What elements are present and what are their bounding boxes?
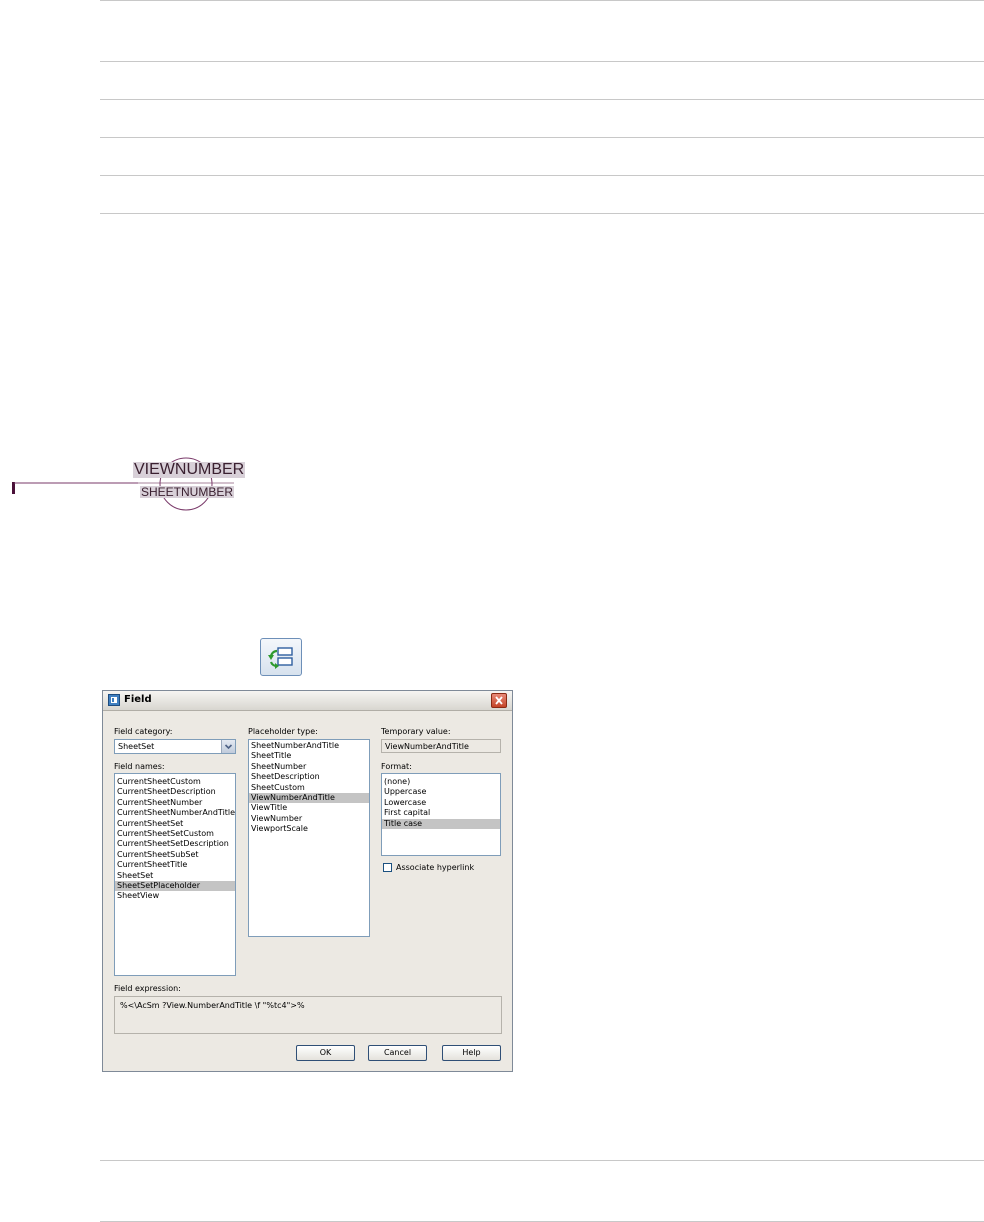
list-item[interactable]: ViewNumber bbox=[249, 814, 369, 824]
help-button[interactable]: Help bbox=[442, 1045, 501, 1061]
dialog-titlebar[interactable]: Field bbox=[103, 691, 512, 711]
update-fields-glyph bbox=[268, 647, 293, 669]
associate-hyperlink-checkbox[interactable] bbox=[383, 863, 392, 872]
format-list[interactable]: (none) Uppercase Lowercase First capital… bbox=[381, 773, 501, 856]
dropdown-arrow-glyph bbox=[224, 744, 233, 750]
placeholder-type-list[interactable]: SheetNumberAndTitle SheetTitle SheetNumb… bbox=[248, 739, 370, 937]
list-item[interactable]: (none) bbox=[382, 777, 500, 787]
list-item[interactable]: CurrentSheetSet bbox=[115, 819, 235, 829]
associate-hyperlink-label[interactable]: Associate hyperlink bbox=[396, 863, 474, 872]
field-dialog: Field Field category: SheetSet Field nam… bbox=[102, 690, 513, 1072]
cancel-button[interactable]: Cancel bbox=[368, 1045, 427, 1061]
table-rule bbox=[100, 99, 984, 100]
temporary-value-label: Temporary value: bbox=[381, 727, 451, 736]
field-category-value: SheetSet bbox=[118, 742, 155, 751]
dialog-title: Field bbox=[124, 694, 152, 705]
list-item[interactable]: SheetSet bbox=[115, 871, 235, 881]
table-rule bbox=[100, 61, 984, 62]
list-item[interactable]: CurrentSheetDescription bbox=[115, 787, 235, 797]
list-item[interactable]: ViewTitle bbox=[249, 803, 369, 813]
list-item[interactable]: SheetNumberAndTitle bbox=[249, 741, 369, 751]
field-names-label: Field names: bbox=[114, 762, 165, 771]
list-item[interactable]: Lowercase bbox=[382, 798, 500, 808]
list-item[interactable]: SheetTitle bbox=[249, 751, 369, 761]
field-category-select[interactable]: SheetSet bbox=[114, 739, 236, 754]
list-item[interactable]: ViewportScale bbox=[249, 824, 369, 834]
format-label: Format: bbox=[381, 762, 412, 771]
field-expression-text: %<\AcSm ?View.NumberAndTitle \f "%tc4">% bbox=[120, 1001, 305, 1010]
field-expression-box: %<\AcSm ?View.NumberAndTitle \f "%tc4">% bbox=[114, 996, 502, 1034]
temporary-value-text: ViewNumberAndTitle bbox=[385, 742, 469, 751]
list-item[interactable]: CurrentSheetCustom bbox=[115, 777, 235, 787]
view-label-callout: VIEWNUMBER SHEETNUMBER bbox=[0, 440, 300, 530]
list-item-selected[interactable]: Title case bbox=[382, 818, 500, 829]
field-category-label: Field category: bbox=[114, 727, 173, 736]
list-item[interactable]: CurrentSheetSetCustom bbox=[115, 829, 235, 839]
list-item[interactable]: CurrentSheetSetDescription bbox=[115, 839, 235, 849]
list-item[interactable]: SheetView bbox=[115, 891, 235, 901]
field-expression-label: Field expression: bbox=[114, 984, 181, 993]
table-rule bbox=[100, 213, 984, 214]
placeholder-type-label: Placeholder type: bbox=[248, 727, 318, 736]
list-item-selected[interactable]: ViewNumberAndTitle bbox=[249, 792, 369, 804]
list-item[interactable]: CurrentSheetNumber bbox=[115, 798, 235, 808]
list-item[interactable]: CurrentSheetSubSet bbox=[115, 850, 235, 860]
chevron-down-icon[interactable] bbox=[221, 740, 235, 753]
top-rule bbox=[100, 0, 984, 1]
list-item[interactable]: First capital bbox=[382, 808, 500, 818]
list-item-selected[interactable]: SheetSetPlaceholder bbox=[115, 880, 235, 892]
list-item[interactable]: Uppercase bbox=[382, 787, 500, 797]
ok-button[interactable]: OK bbox=[296, 1045, 355, 1061]
list-item[interactable]: CurrentSheetTitle bbox=[115, 860, 235, 870]
view-number-label: VIEWNUMBER bbox=[133, 461, 246, 478]
temporary-value-field: ViewNumberAndTitle bbox=[381, 739, 501, 753]
field-app-icon bbox=[108, 694, 120, 706]
list-item[interactable]: SheetCustom bbox=[249, 783, 369, 793]
list-item[interactable]: CurrentSheetNumberAndTitle bbox=[115, 808, 235, 818]
table-rule bbox=[100, 175, 984, 176]
update-fields-icon[interactable] bbox=[260, 638, 302, 676]
list-item[interactable]: SheetNumber bbox=[249, 762, 369, 772]
field-names-list[interactable]: CurrentSheetCustom CurrentSheetDescripti… bbox=[114, 773, 236, 976]
list-item[interactable]: SheetDescription bbox=[249, 772, 369, 782]
close-button[interactable] bbox=[491, 693, 507, 708]
table-rule bbox=[100, 1160, 984, 1161]
sheet-number-label: SHEETNUMBER bbox=[140, 485, 235, 499]
table-rule bbox=[100, 137, 984, 138]
close-icon bbox=[495, 696, 503, 705]
